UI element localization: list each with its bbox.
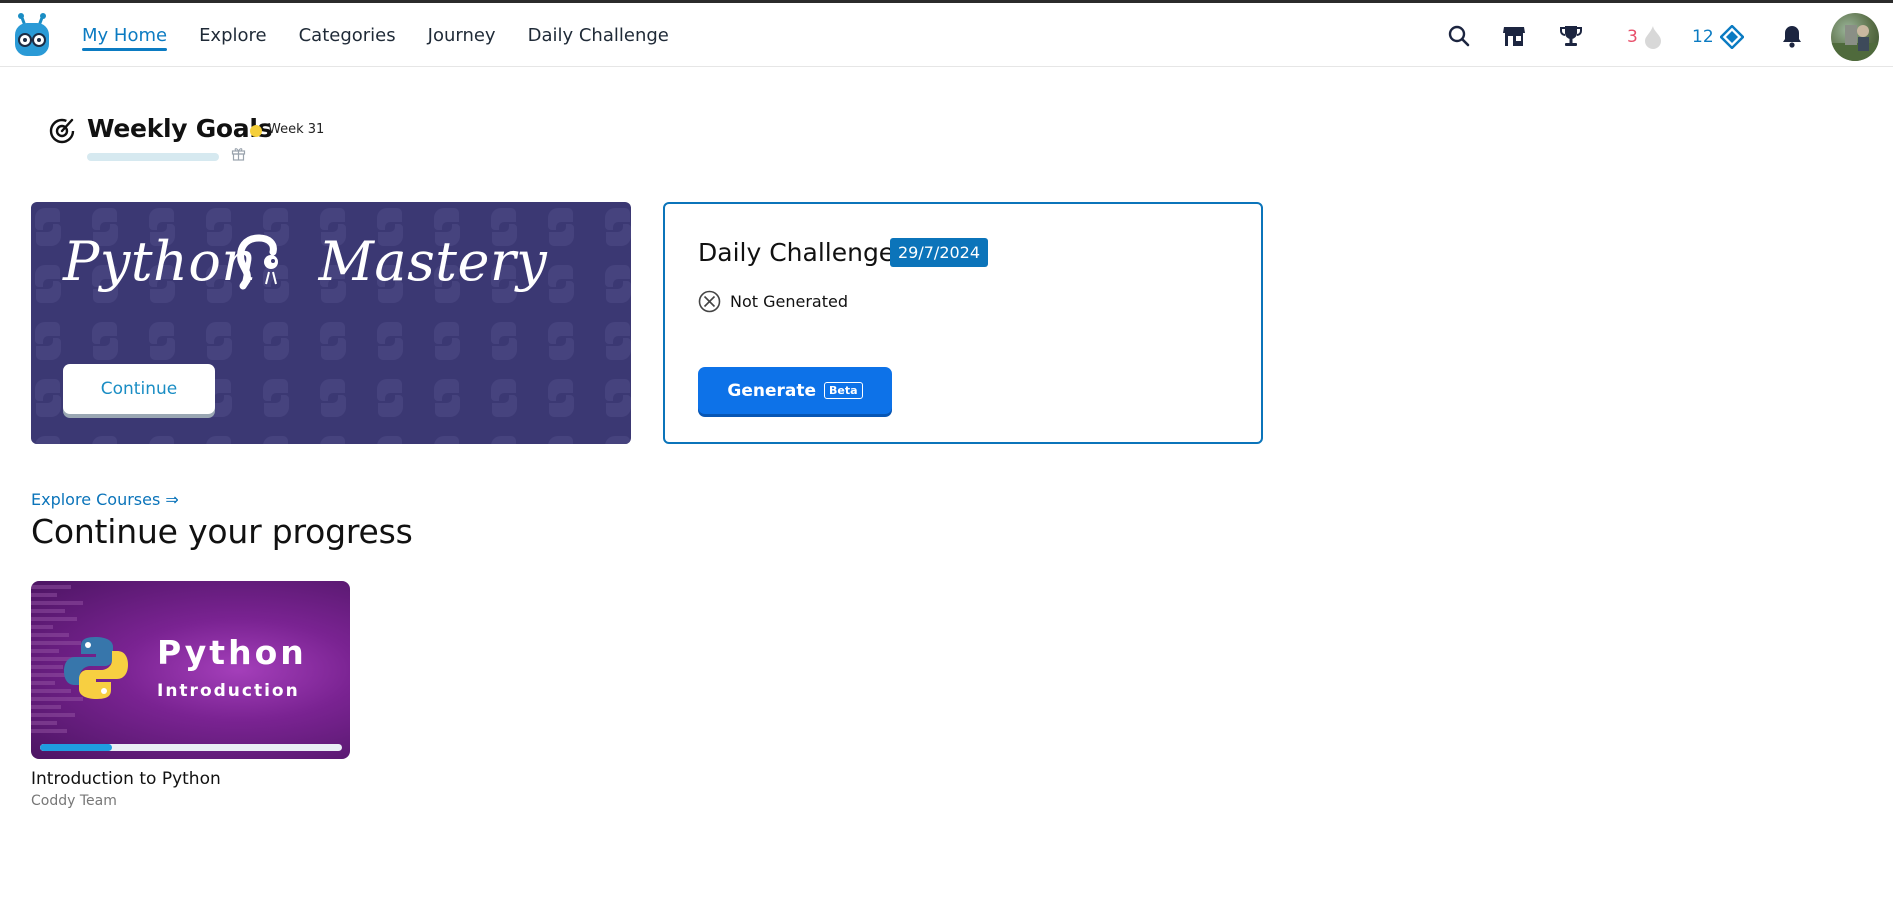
explore-courses-link[interactable]: Explore Courses ⇒	[31, 490, 179, 509]
gift-icon[interactable]	[231, 146, 246, 161]
nav-daily-challenge[interactable]: Daily Challenge	[528, 3, 669, 67]
course-author: Coddy Team	[31, 793, 117, 809]
course-name[interactable]: Introduction to Python	[31, 769, 221, 789]
nav-explore[interactable]: Explore	[199, 3, 267, 67]
continue-button[interactable]: Continue	[63, 364, 215, 414]
course-progress-bar	[40, 744, 342, 751]
gems-counter[interactable]: 12	[1692, 25, 1744, 49]
course-image-subtitle: Introduction	[157, 681, 300, 701]
top-navigation-bar: My Home Explore Categories Journey Daily…	[0, 0, 1893, 67]
avatar-photo-icon	[1831, 25, 1879, 61]
week-status-dot	[250, 125, 262, 137]
trophy-icon[interactable]	[1558, 23, 1584, 49]
nav-categories[interactable]: Categories	[299, 3, 396, 67]
challenge-date-badge: 29/7/2024	[890, 238, 989, 267]
python-mastery-banner[interactable]: Python Mastery Continue	[31, 202, 631, 444]
user-avatar[interactable]	[1831, 13, 1879, 61]
snake-mascot-icon	[237, 234, 278, 290]
diamond-icon	[1719, 25, 1744, 49]
streak-counter[interactable]: 3	[1627, 25, 1662, 49]
banner-title-mastery: Mastery	[318, 230, 548, 293]
daily-challenge-title: Daily Challenge	[698, 238, 895, 267]
bell-icon[interactable]	[1779, 23, 1805, 49]
python-logo-icon	[64, 637, 128, 699]
week-label: Week 31	[268, 122, 325, 137]
beta-badge: Beta	[824, 382, 863, 399]
weekly-goals-title: Weekly Goals	[87, 114, 273, 143]
weekly-goals-progress-bar	[87, 153, 219, 161]
generate-label: Generate	[727, 380, 817, 401]
progress-heading: Continue your progress	[31, 512, 413, 551]
generate-button[interactable]: Generate Beta	[698, 367, 892, 414]
challenge-status: Not Generated	[698, 290, 848, 313]
coddy-logo-icon[interactable]	[12, 13, 52, 59]
nav-journey[interactable]: Journey	[428, 3, 496, 67]
course-progress-fill	[40, 744, 113, 751]
flame-icon	[1644, 26, 1661, 49]
search-icon[interactable]	[1446, 23, 1472, 49]
target-icon	[49, 118, 75, 144]
challenge-status-text: Not Generated	[730, 292, 848, 311]
gems-count: 12	[1692, 27, 1714, 47]
x-circle-icon	[698, 290, 721, 313]
streak-count: 3	[1627, 27, 1638, 47]
nav-my-home[interactable]: My Home	[82, 3, 168, 67]
course-image-title: Python	[157, 633, 307, 672]
daily-challenge-card: Daily Challenge 29/7/2024 Not Generated …	[663, 202, 1263, 444]
main-nav: My Home Explore Categories Journey Daily…	[82, 3, 669, 67]
banner-title: Python Mastery	[63, 230, 547, 293]
course-card-introduction-to-python[interactable]: Python Introduction	[31, 581, 350, 759]
store-icon[interactable]	[1501, 23, 1527, 49]
banner-title-python: Python	[63, 230, 257, 293]
